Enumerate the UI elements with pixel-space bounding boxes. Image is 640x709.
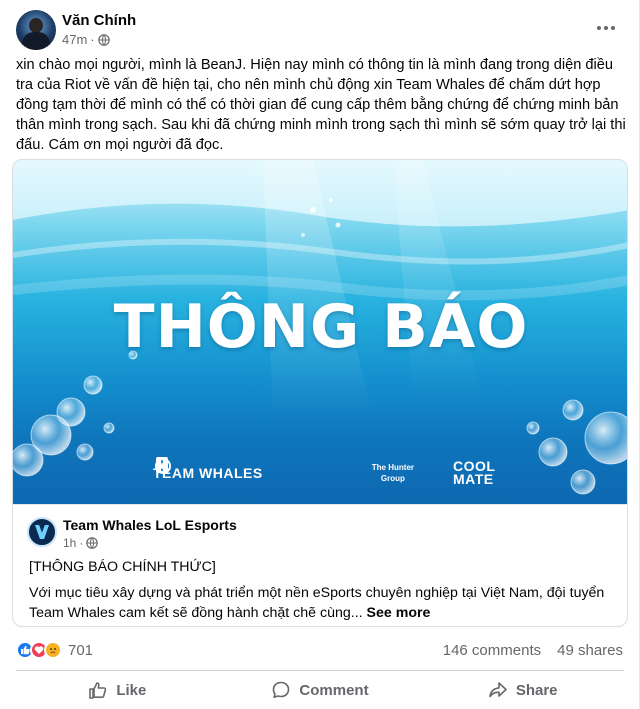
comment-icon <box>273 681 290 698</box>
engagement-counts: 146 comments 49 shares <box>443 642 623 659</box>
avatar-head <box>29 18 43 33</box>
actions-divider <box>16 670 624 671</box>
share-icon <box>489 682 507 698</box>
more-options-icon[interactable] <box>594 16 618 40</box>
shared-post-card[interactable]: THÔNG BÁO TEAM WHALES The Hunter Group C… <box>12 159 628 627</box>
post-header: Văn Chính 47m · <box>16 8 624 50</box>
shared-page-name[interactable]: Team Whales LoL Esports <box>63 517 237 533</box>
like-button[interactable]: Like <box>16 674 219 706</box>
globe-icon <box>97 33 110 46</box>
page-avatar[interactable] <box>27 517 57 547</box>
like-label: Like <box>116 681 147 699</box>
shared-banner-image[interactable]: THÔNG BÁO TEAM WHALES The Hunter Group C… <box>13 160 627 504</box>
post-actions: Like Comment Share <box>16 674 624 706</box>
meta-separator: · <box>79 536 84 550</box>
avatar-shoulders <box>22 32 50 50</box>
steelseries-logo-icon <box>155 458 171 474</box>
share-label: Share <box>515 681 558 699</box>
shares-count[interactable]: 49 shares <box>557 642 623 659</box>
like-icon <box>89 682 107 699</box>
post-meta: 47m · <box>62 32 110 47</box>
comments-count[interactable]: 146 comments <box>443 642 541 659</box>
meta-separator: · <box>90 32 95 47</box>
shared-post-time[interactable]: 1h <box>63 536 76 550</box>
globe-icon <box>86 537 99 549</box>
share-button[interactable]: Share <box>421 674 624 706</box>
sponsor-logos: TEAM WHALES The Hunter Group COOL MATE <box>153 456 496 490</box>
banner-title: THÔNG BÁO <box>113 292 529 362</box>
comment-label: Comment <box>299 681 369 699</box>
shared-excerpt-text: Với mục tiêu xây dựng và phát triển một … <box>29 585 605 621</box>
facebook-post: Văn Chính 47m · xin chào mọi người, mình… <box>0 0 640 709</box>
post-text: xin chào mọi người, mình là BeanJ. Hiện … <box>16 57 626 153</box>
shared-excerpt: Với mục tiêu xây dựng và phát triển một … <box>29 583 619 623</box>
author-avatar[interactable] <box>16 10 56 50</box>
sad-reaction-icon <box>44 641 62 659</box>
author-name[interactable]: Văn Chính <box>62 12 136 29</box>
shared-post-text: [THÔNG BÁO CHÍNH THỨC] Với mục tiêu xây … <box>29 557 619 626</box>
reaction-count: 701 <box>68 641 94 659</box>
see-more-link[interactable]: See more <box>367 605 431 621</box>
reaction-summary[interactable]: 701 <box>16 640 93 660</box>
shared-post-info: Team Whales LoL Esports 1h · [THÔNG BÁO … <box>13 504 627 626</box>
comment-button[interactable]: Comment <box>219 674 422 706</box>
sponsor-cool-mate: COOL MATE <box>452 458 496 487</box>
shared-headline: [THÔNG BÁO CHÍNH THỨC] <box>29 559 216 575</box>
post-time[interactable]: 47m <box>62 32 87 47</box>
sponsor-hunter-group: The Hunter Group <box>371 463 415 483</box>
shared-post-meta: 1h · <box>63 536 99 550</box>
